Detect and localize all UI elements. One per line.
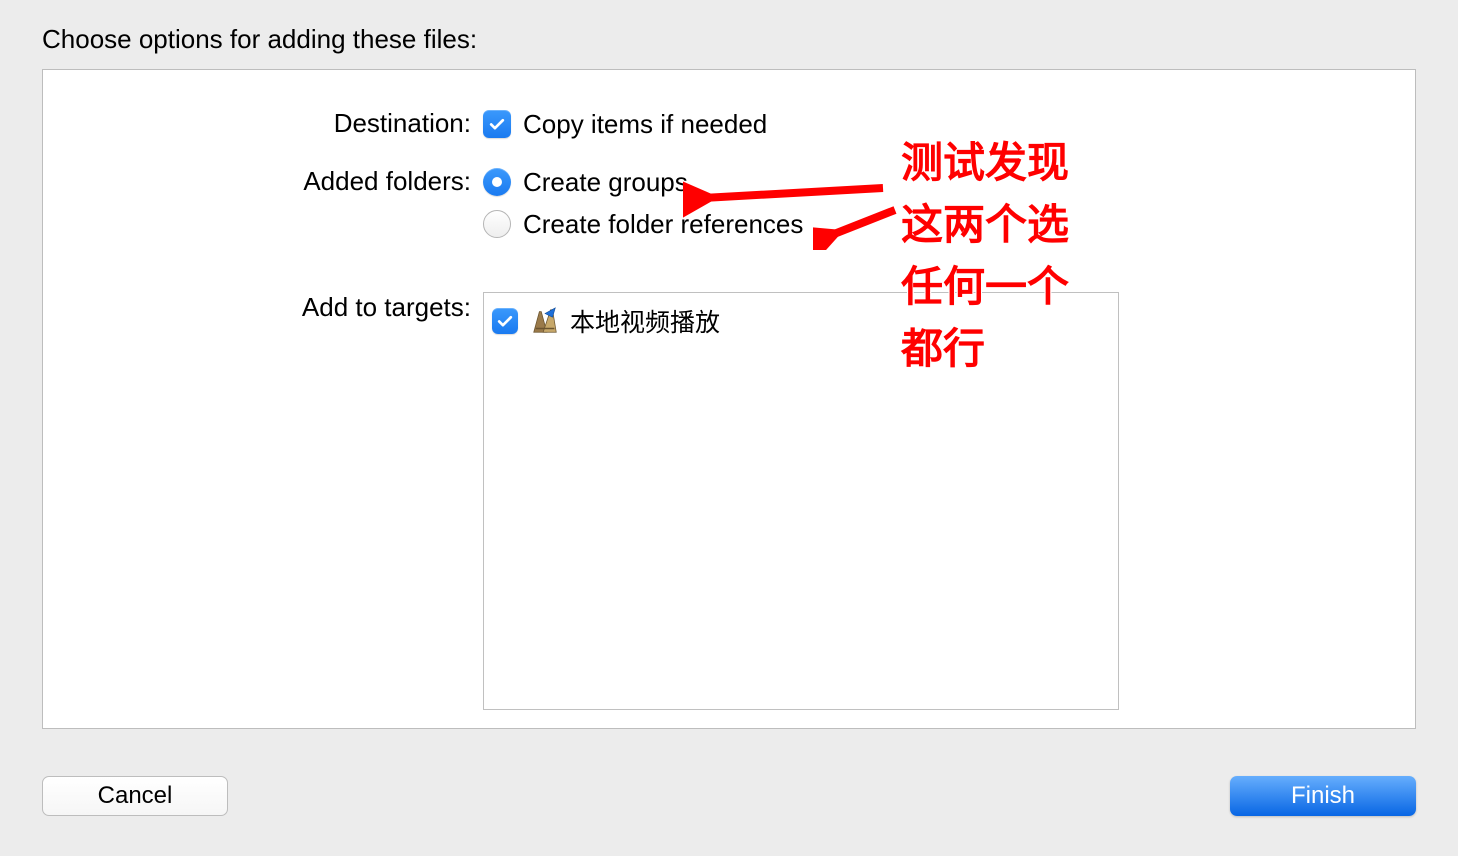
annotation-line-3: 任何一个 — [901, 256, 1069, 318]
options-panel: Destination: Copy items if needed Added … — [42, 69, 1416, 729]
checkmark-icon — [487, 114, 507, 134]
create-groups-radio[interactable] — [483, 168, 511, 196]
app-icon — [530, 306, 560, 336]
annotation-line-1: 测试发现 — [901, 132, 1069, 194]
target-name: 本地视频播放 — [570, 303, 720, 339]
annotation-text: 测试发现 这两个选 任何一个 都行 — [901, 132, 1069, 381]
create-folder-refs-label: Create folder references — [523, 209, 803, 240]
destination-row: Destination: Copy items if needed — [83, 106, 1375, 148]
annotation-line-4: 都行 — [901, 318, 1069, 380]
added-folders-label: Added folders: — [83, 164, 483, 197]
target-checkbox[interactable] — [492, 308, 518, 334]
checkmark-icon — [495, 311, 515, 331]
dialog-title: Choose options for adding these files: — [0, 0, 1458, 69]
add-to-targets-label: Add to targets: — [83, 290, 483, 323]
finish-button[interactable]: Finish — [1230, 776, 1416, 816]
dialog-footer: Cancel Finish — [42, 776, 1416, 816]
create-folder-refs-radio[interactable] — [483, 210, 511, 238]
copy-items-label: Copy items if needed — [523, 109, 767, 140]
annotation-line-2: 这两个选 — [901, 194, 1069, 256]
create-groups-label: Create groups — [523, 167, 688, 198]
destination-label: Destination: — [83, 106, 483, 139]
add-to-targets-row: Add to targets: 本地视频播放 — [83, 290, 1375, 710]
cancel-button[interactable]: Cancel — [42, 776, 228, 816]
added-folders-row: Added folders: Create groups Create fold… — [83, 164, 1375, 248]
copy-items-checkbox[interactable] — [483, 110, 511, 138]
